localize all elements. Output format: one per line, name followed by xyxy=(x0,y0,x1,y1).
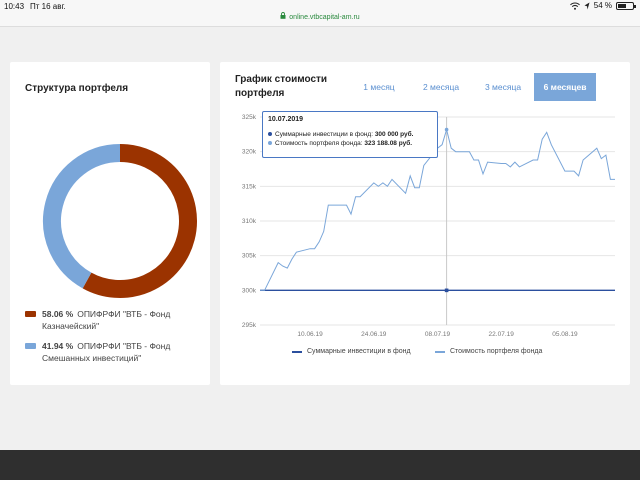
donut-slice[interactable] xyxy=(43,144,121,289)
y-tick-label: 295k xyxy=(242,322,257,329)
highlight-point xyxy=(444,127,449,132)
y-tick-label: 325k xyxy=(242,114,257,121)
tooltip-value-line: Стоимость портфеля фонда: 323 188.08 руб… xyxy=(268,139,432,148)
chart-legend-value-label: Стоимость портфеля фонда xyxy=(450,348,543,355)
x-tick-label: 10.06.19 xyxy=(297,331,323,338)
chart-tooltip: 10.07.2019 Суммарные инвестиции в фонд: … xyxy=(262,111,438,158)
status-date: Пт 16 авг. xyxy=(30,2,66,11)
status-time: 10:43 xyxy=(4,2,25,11)
legend-percent: 41.94 % xyxy=(42,341,74,351)
donut-slice[interactable] xyxy=(82,144,197,298)
page-footer xyxy=(0,450,640,480)
portfolio-structure-card: Структура портфеля 58.06 % ОПИФРФИ "ВТБ -… xyxy=(10,62,210,385)
legend-item-kaznacheysky: 58.06 % ОПИФРФИ "ВТБ - Фонд Казначейский" xyxy=(25,308,205,332)
tooltip-invest-value: 300 000 руб. xyxy=(374,131,414,138)
wifi-icon xyxy=(569,2,580,10)
header-divider xyxy=(0,26,640,27)
x-tick-label: 05.08.19 xyxy=(552,331,578,338)
url-text: online.vtbcapital-am.ru xyxy=(289,14,360,21)
tooltip-invest-label: Суммарные инвестиции в фонд: xyxy=(275,131,373,138)
legend-swatch-smeshannyh xyxy=(25,343,36,349)
legend-line-value xyxy=(435,350,445,353)
location-icon xyxy=(584,2,590,9)
tooltip-date: 10.07.2019 xyxy=(268,116,304,123)
tooltip-invest-dot xyxy=(268,132,272,137)
address-bar[interactable]: online.vtbcapital-am.ru xyxy=(0,12,640,26)
highlight-point-invest xyxy=(444,288,449,293)
legend-percent: 58.06 % xyxy=(42,309,74,319)
tooltip-value-value: 323 188.08 руб. xyxy=(364,140,413,147)
status-indicators: 54 % xyxy=(569,1,636,10)
battery-percent: 54 % xyxy=(593,1,612,10)
legend-line-invest xyxy=(292,350,302,353)
battery-fill xyxy=(618,3,626,8)
y-tick-label: 320k xyxy=(242,149,257,156)
chart-legend-invest[interactable]: Суммарные инвестиции в фонд xyxy=(292,348,411,355)
tooltip-value-label: Стоимость портфеля фонда: xyxy=(275,140,363,147)
y-tick-label: 305k xyxy=(242,253,257,260)
chart-legend-invest-label: Суммарные инвестиции в фонд xyxy=(307,348,411,355)
status-bar: 10:43 Пт 16 авг. 54 % xyxy=(0,0,640,12)
y-tick-label: 300k xyxy=(242,287,257,294)
lock-icon xyxy=(280,12,286,24)
chart-legend-value[interactable]: Стоимость портфеля фонда xyxy=(435,348,542,355)
value-chart-card: График стоимости портфеля 1 месяц 2 меся… xyxy=(220,62,630,385)
legend-swatch-kaznacheysky xyxy=(25,311,36,317)
x-tick-label: 24.06.19 xyxy=(361,331,387,338)
x-tick-label: 22.07.19 xyxy=(489,331,515,338)
tooltip-value-dot xyxy=(268,141,272,146)
legend-item-smeshannyh: 41.94 % ОПИФРФИ "ВТБ - Фонд Смешанных инв… xyxy=(25,340,205,364)
x-tick-label: 08.07.19 xyxy=(425,331,451,338)
donut-chart xyxy=(43,144,197,298)
tooltip-invest-line: Суммарные инвестиции в фонд: 300 000 руб… xyxy=(268,130,432,139)
battery-icon xyxy=(616,1,636,10)
y-tick-label: 310k xyxy=(242,218,257,225)
y-tick-label: 315k xyxy=(242,183,257,190)
